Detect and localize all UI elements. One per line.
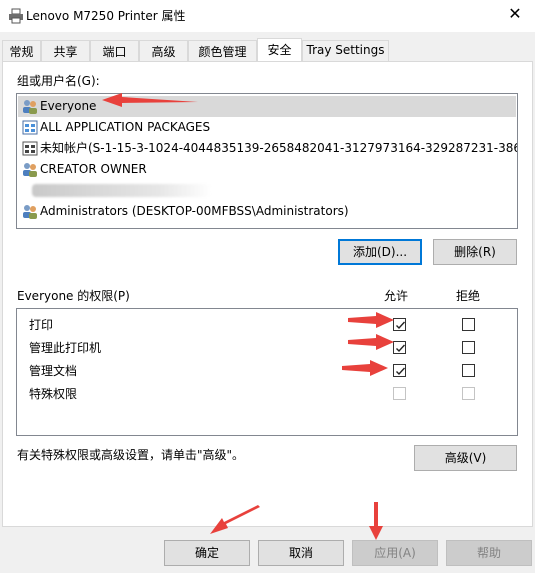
tab-label: 高级 xyxy=(151,45,176,59)
deny-checkbox[interactable] xyxy=(462,364,475,377)
window-title: Lenovo M7250 Printer 属性 xyxy=(26,9,186,23)
redacted-blur xyxy=(32,184,212,197)
allow-checkbox[interactable] xyxy=(393,341,406,354)
add-button[interactable]: 添加(D)... xyxy=(338,239,422,265)
permissions-label: Everyone 的权限(P) xyxy=(17,289,130,303)
perm-name: 打印 xyxy=(29,318,54,332)
group-user-label: 组或用户名(G): xyxy=(17,74,100,88)
tab-label: 颜色管理 xyxy=(198,45,247,59)
tab-label: 端口 xyxy=(102,45,127,59)
perm-row-special: 特殊权限 xyxy=(17,381,517,403)
tab-ports[interactable]: 端口 xyxy=(90,40,139,61)
list-item-administrators[interactable]: Administrators (DESKTOP-00MFBSS\Administ… xyxy=(18,201,516,222)
tab-sharing[interactable]: 共享 xyxy=(41,40,90,61)
tab-advanced[interactable]: 高级 xyxy=(139,40,188,61)
tab-tray-settings[interactable]: Tray Settings xyxy=(302,40,389,61)
tab-label: 常规 xyxy=(9,45,34,59)
perm-row-print: 打印 xyxy=(17,312,517,334)
list-item-redacted-user[interactable] xyxy=(18,180,516,201)
advanced-button[interactable]: 高级(V) xyxy=(414,445,517,471)
unknown-account-icon xyxy=(22,141,38,156)
allow-checkbox[interactable] xyxy=(393,364,406,377)
users-group-icon xyxy=(23,100,37,114)
permissions-list: 打印 管理此打印机 管理文档 特殊权限 xyxy=(16,308,518,436)
tab-security[interactable]: 安全 xyxy=(257,38,302,62)
title-bar: Lenovo M7250 Printer 属性 ✕ xyxy=(0,0,535,32)
close-button[interactable]: ✕ xyxy=(495,0,535,30)
deny-header: 拒绝 xyxy=(456,289,481,303)
user-name: Administrators (DESKTOP-00MFBSS\Administ… xyxy=(40,204,349,218)
remove-button[interactable]: 删除(R) xyxy=(433,239,517,265)
tab-label: Tray Settings xyxy=(306,43,385,57)
users-group-icon xyxy=(23,205,37,219)
user-name: ALL APPLICATION PACKAGES xyxy=(40,120,211,134)
list-item-unknown-account[interactable]: 未知帐户(S-1-15-3-1024-4044835139-2658482041… xyxy=(18,138,518,159)
user-name: CREATOR OWNER xyxy=(40,162,147,176)
cancel-button[interactable]: 取消 xyxy=(258,540,344,566)
printer-icon xyxy=(9,8,23,24)
perm-name: 管理此打印机 xyxy=(29,341,102,355)
checkmark-icon xyxy=(396,367,406,376)
tab-color-management[interactable]: 颜色管理 xyxy=(188,40,257,61)
allow-checkbox xyxy=(393,387,406,400)
perm-name: 特殊权限 xyxy=(29,387,78,401)
deny-checkbox[interactable] xyxy=(462,318,475,331)
tab-label: 共享 xyxy=(53,45,78,59)
close-icon: ✕ xyxy=(508,4,522,23)
perm-row-manage-documents: 管理文档 xyxy=(17,358,517,380)
apply-button[interactable]: 应用(A) xyxy=(352,540,438,566)
allow-checkbox[interactable] xyxy=(393,318,406,331)
help-button[interactable]: 帮助 xyxy=(446,540,532,566)
perm-row-manage-printer: 管理此打印机 xyxy=(17,335,517,357)
list-item-creator-owner[interactable]: CREATOR OWNER xyxy=(18,159,516,180)
list-item-everyone[interactable]: Everyone xyxy=(18,96,516,117)
tab-label: 安全 xyxy=(267,43,292,57)
user-name: 未知帐户(S-1-15-3-1024-4044835139-2658482041… xyxy=(40,141,518,155)
deny-checkbox xyxy=(462,387,475,400)
app-packages-icon xyxy=(22,120,38,135)
deny-checkbox[interactable] xyxy=(462,341,475,354)
advanced-hint: 有关特殊权限或高级设置，请单击"高级"。 xyxy=(17,448,245,462)
users-group-icon xyxy=(23,163,37,177)
list-item-all-app-packages[interactable]: ALL APPLICATION PACKAGES xyxy=(18,117,516,138)
user-name: Everyone xyxy=(40,99,97,113)
perm-name: 管理文档 xyxy=(29,364,78,378)
allow-header: 允许 xyxy=(384,289,409,303)
checkmark-icon xyxy=(396,344,406,353)
user-list[interactable]: Everyone ALL APPLICATION PACKAGES 未知帐户(S… xyxy=(16,93,518,229)
ok-button[interactable]: 确定 xyxy=(164,540,250,566)
tab-general[interactable]: 常规 xyxy=(2,40,41,61)
checkmark-icon xyxy=(396,321,406,330)
